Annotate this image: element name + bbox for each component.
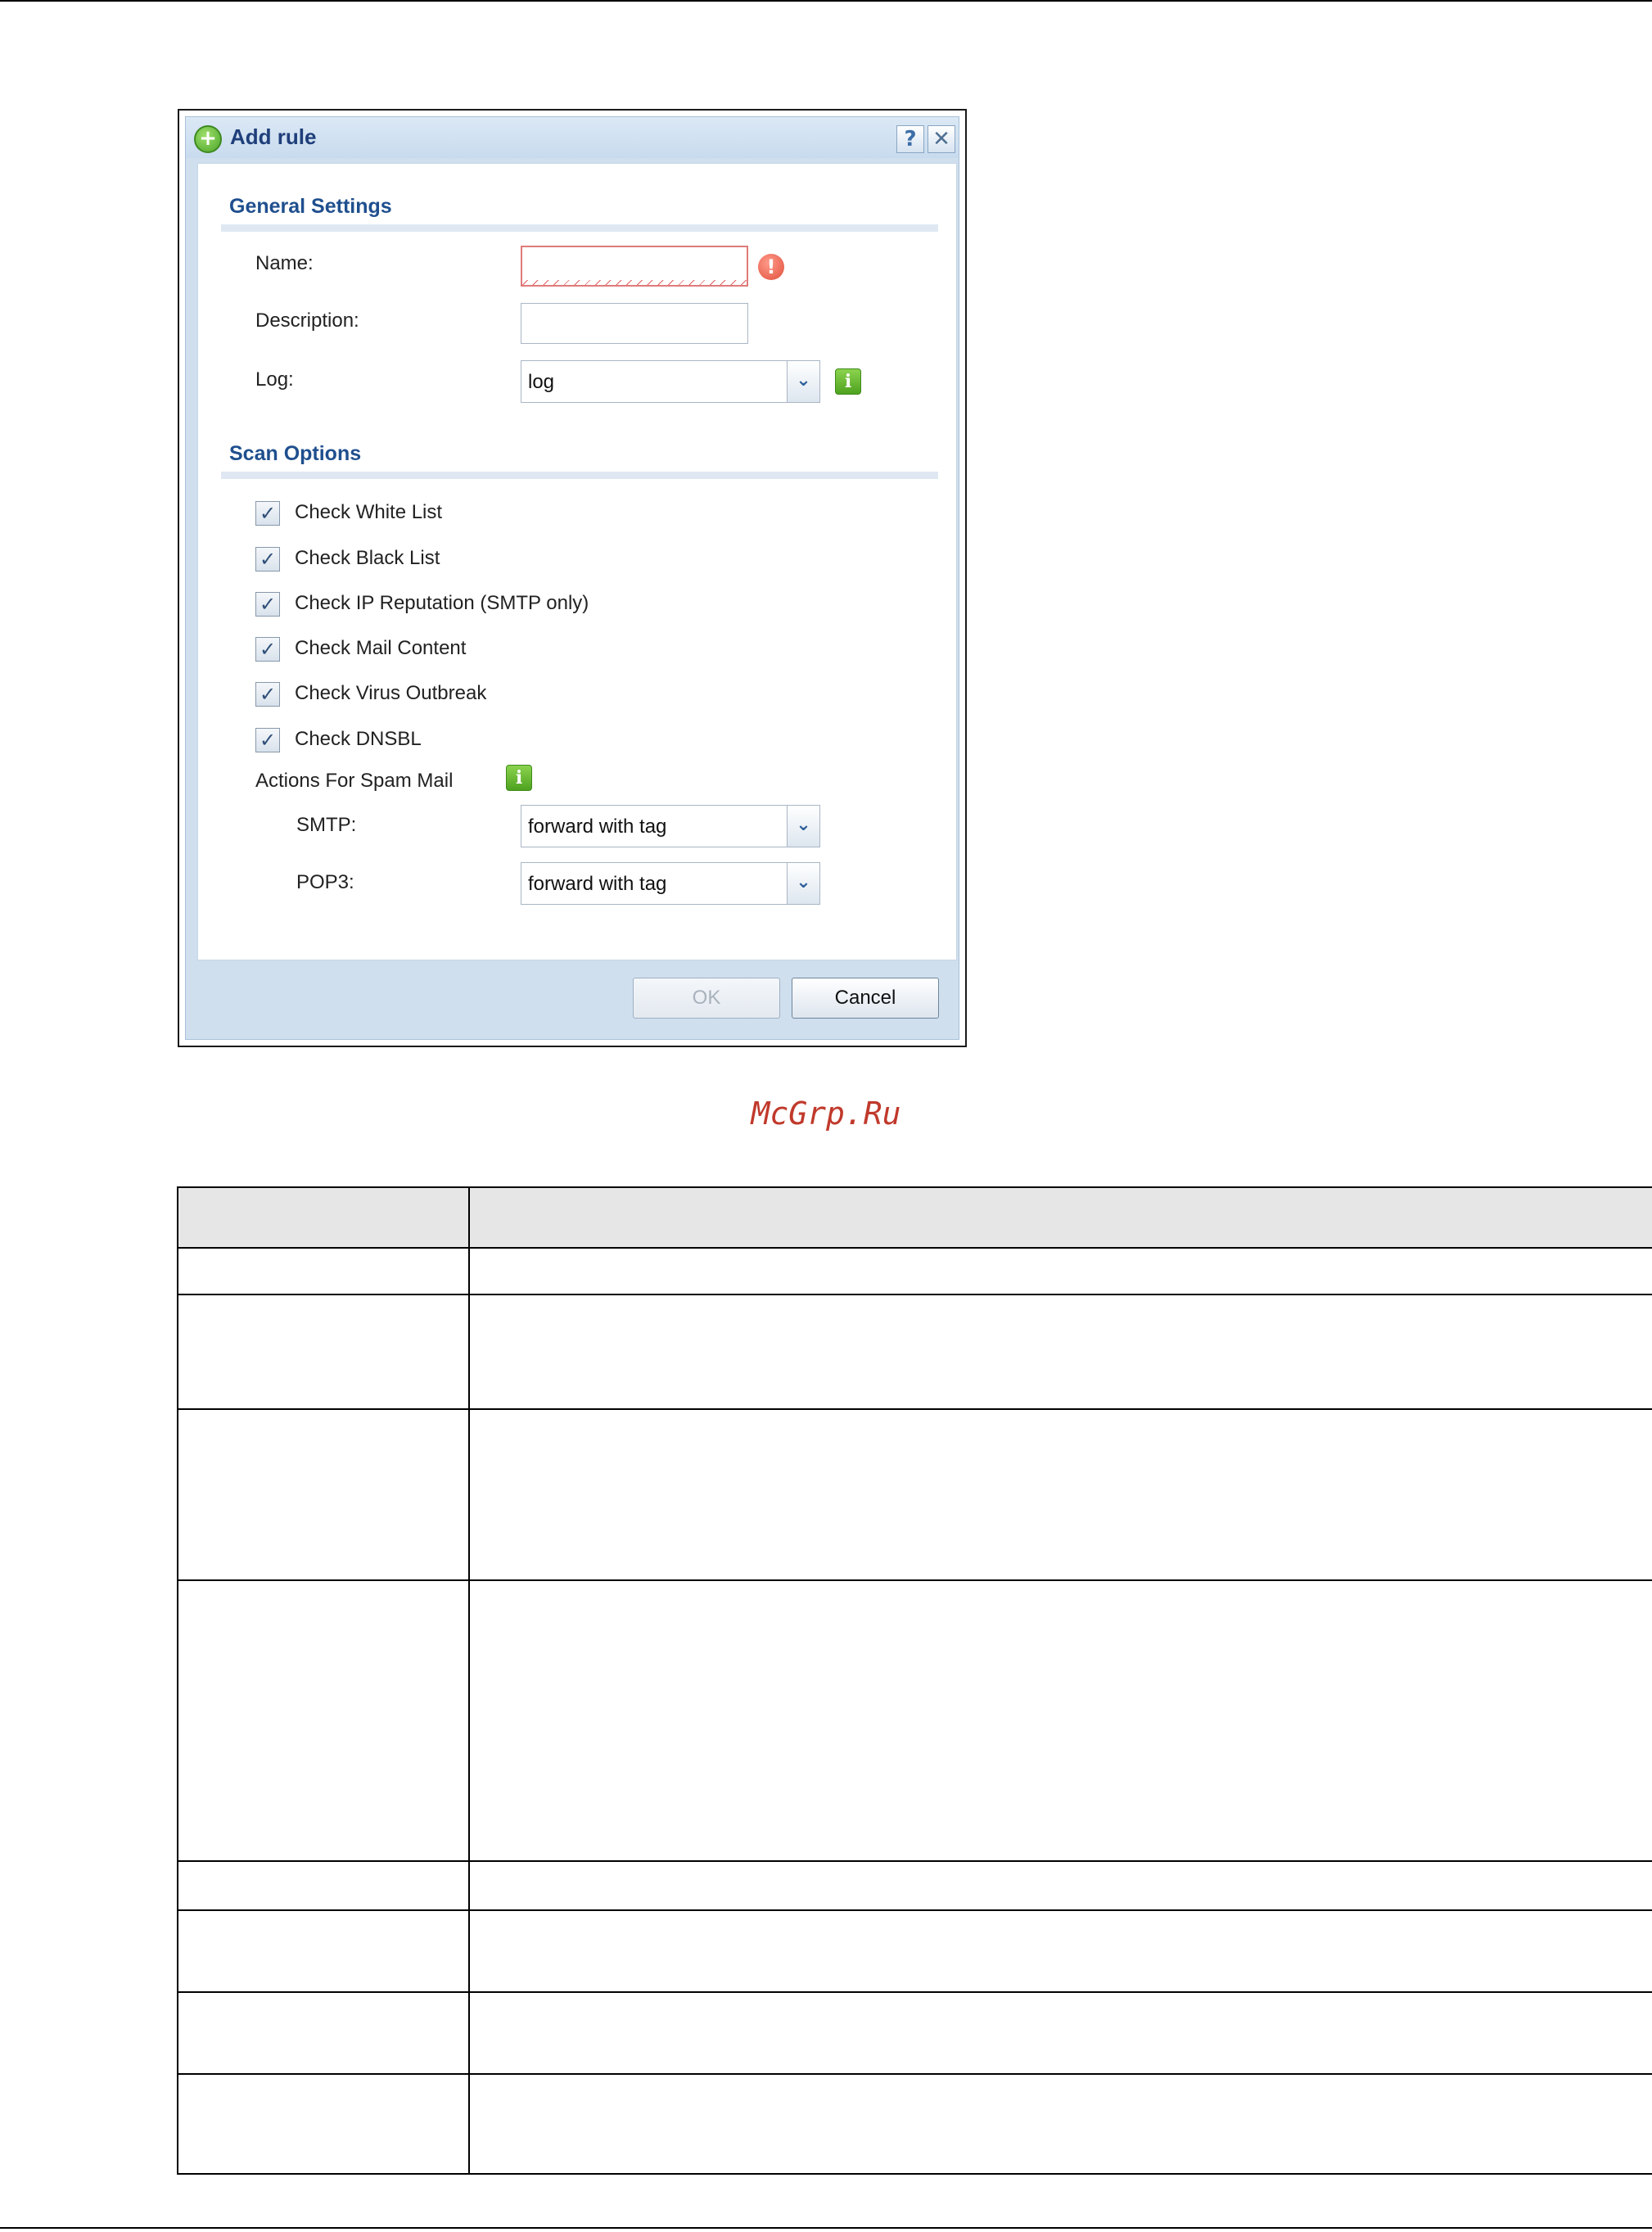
- table-cell: [468, 1294, 1652, 1410]
- page-bottom-rule: [0, 2227, 1652, 2229]
- dialog-titlebar[interactable]: + Add rule ? ✕: [186, 117, 959, 158]
- table-row: [177, 1991, 1652, 2075]
- smtp-select-value: forward with tag: [528, 816, 667, 838]
- log-label: Log:: [255, 368, 294, 391]
- watermark: McGrp.Ru: [751, 1096, 901, 1132]
- dialog-title: Add rule: [230, 124, 317, 149]
- table-header-cell: [177, 1186, 470, 1249]
- description-label: Description:: [255, 309, 359, 332]
- table-cell: [468, 1909, 1652, 1993]
- add-icon: +: [194, 125, 222, 153]
- table-cell: [468, 1579, 1652, 1862]
- table-row: [177, 1294, 1652, 1410]
- table-cell: [177, 1294, 470, 1410]
- pop3-select-value: forward with tag: [528, 873, 667, 895]
- chevron-down-icon[interactable]: ⌄: [787, 361, 819, 402]
- pop3-select[interactable]: forward with tag ⌄: [521, 862, 820, 905]
- help-button[interactable]: ?: [896, 125, 924, 153]
- smtp-select[interactable]: forward with tag ⌄: [521, 805, 820, 847]
- error-icon: !: [758, 254, 784, 280]
- table-row: [177, 1860, 1652, 1911]
- chevron-down-icon[interactable]: ⌄: [787, 863, 819, 904]
- log-select-value: log: [528, 371, 555, 393]
- table-cell: [177, 1247, 470, 1295]
- add-rule-dialog: + Add rule ? ✕ General Settings Name: ! …: [185, 116, 959, 1040]
- actions-for-spam-label: Actions For Spam Mail: [255, 770, 454, 792]
- check-dnsbl-checkbox[interactable]: ✓: [255, 728, 280, 752]
- cancel-button[interactable]: Cancel: [792, 978, 939, 1019]
- log-select[interactable]: log ⌄: [521, 360, 820, 403]
- ok-button[interactable]: OK: [633, 978, 780, 1019]
- check-black-list-checkbox[interactable]: ✓: [255, 547, 280, 572]
- table-cell: [468, 1991, 1652, 2075]
- check-white-list-label: Check White List: [295, 501, 443, 523]
- scan-options-heading: Scan Options: [229, 442, 362, 465]
- chevron-down-icon[interactable]: ⌄: [787, 806, 819, 847]
- table-cell: [177, 1579, 470, 1862]
- check-virus-outbreak-label: Check Virus Outbreak: [295, 682, 487, 704]
- description-table: [177, 1186, 1652, 2175]
- table-row: [177, 2073, 1652, 2175]
- check-mail-content-checkbox[interactable]: ✓: [255, 637, 280, 662]
- table-cell: [468, 1247, 1652, 1295]
- page-top-rule: [0, 0, 1652, 2]
- table-cell: [177, 2073, 470, 2175]
- table-header-cell: [468, 1186, 1652, 1249]
- dialog-screenshot-frame: + Add rule ? ✕ General Settings Name: ! …: [178, 109, 967, 1047]
- table-row: [177, 1909, 1652, 1993]
- name-label: Name:: [255, 252, 314, 274]
- section-divider: [221, 224, 938, 232]
- table-cell: [468, 1408, 1652, 1581]
- check-black-list-label: Check Black List: [295, 547, 440, 569]
- general-settings-heading: General Settings: [229, 195, 392, 218]
- table-cell: [468, 2073, 1652, 2175]
- table-row: [177, 1408, 1652, 1581]
- table-row: [177, 1579, 1652, 1862]
- dialog-content: General Settings Name: ! Description: Lo…: [197, 163, 957, 960]
- check-white-list-checkbox[interactable]: ✓: [255, 501, 280, 526]
- check-ip-reputation-checkbox[interactable]: ✓: [255, 592, 280, 617]
- check-mail-content-label: Check Mail Content: [295, 637, 467, 659]
- table-cell: [177, 1991, 470, 2075]
- close-button[interactable]: ✕: [928, 125, 955, 153]
- name-input[interactable]: [521, 246, 748, 287]
- description-input[interactable]: [521, 303, 748, 344]
- question-icon: ?: [904, 127, 917, 151]
- pop3-label: POP3:: [296, 871, 354, 893]
- check-ip-reputation-label: Check IP Reputation (SMTP only): [295, 592, 589, 614]
- table-cell: [177, 1408, 470, 1581]
- table-header-row: [177, 1186, 1652, 1249]
- table-row: [177, 1247, 1652, 1295]
- table-cell: [468, 1860, 1652, 1911]
- table-cell: [177, 1909, 470, 1993]
- info-icon[interactable]: i: [506, 765, 532, 791]
- section-divider: [221, 472, 938, 479]
- check-dnsbl-label: Check DNSBL: [295, 728, 422, 750]
- close-icon: ✕: [932, 127, 950, 151]
- smtp-label: SMTP:: [296, 814, 357, 836]
- info-icon[interactable]: i: [835, 368, 861, 395]
- table-cell: [177, 1860, 470, 1911]
- check-virus-outbreak-checkbox[interactable]: ✓: [255, 682, 280, 707]
